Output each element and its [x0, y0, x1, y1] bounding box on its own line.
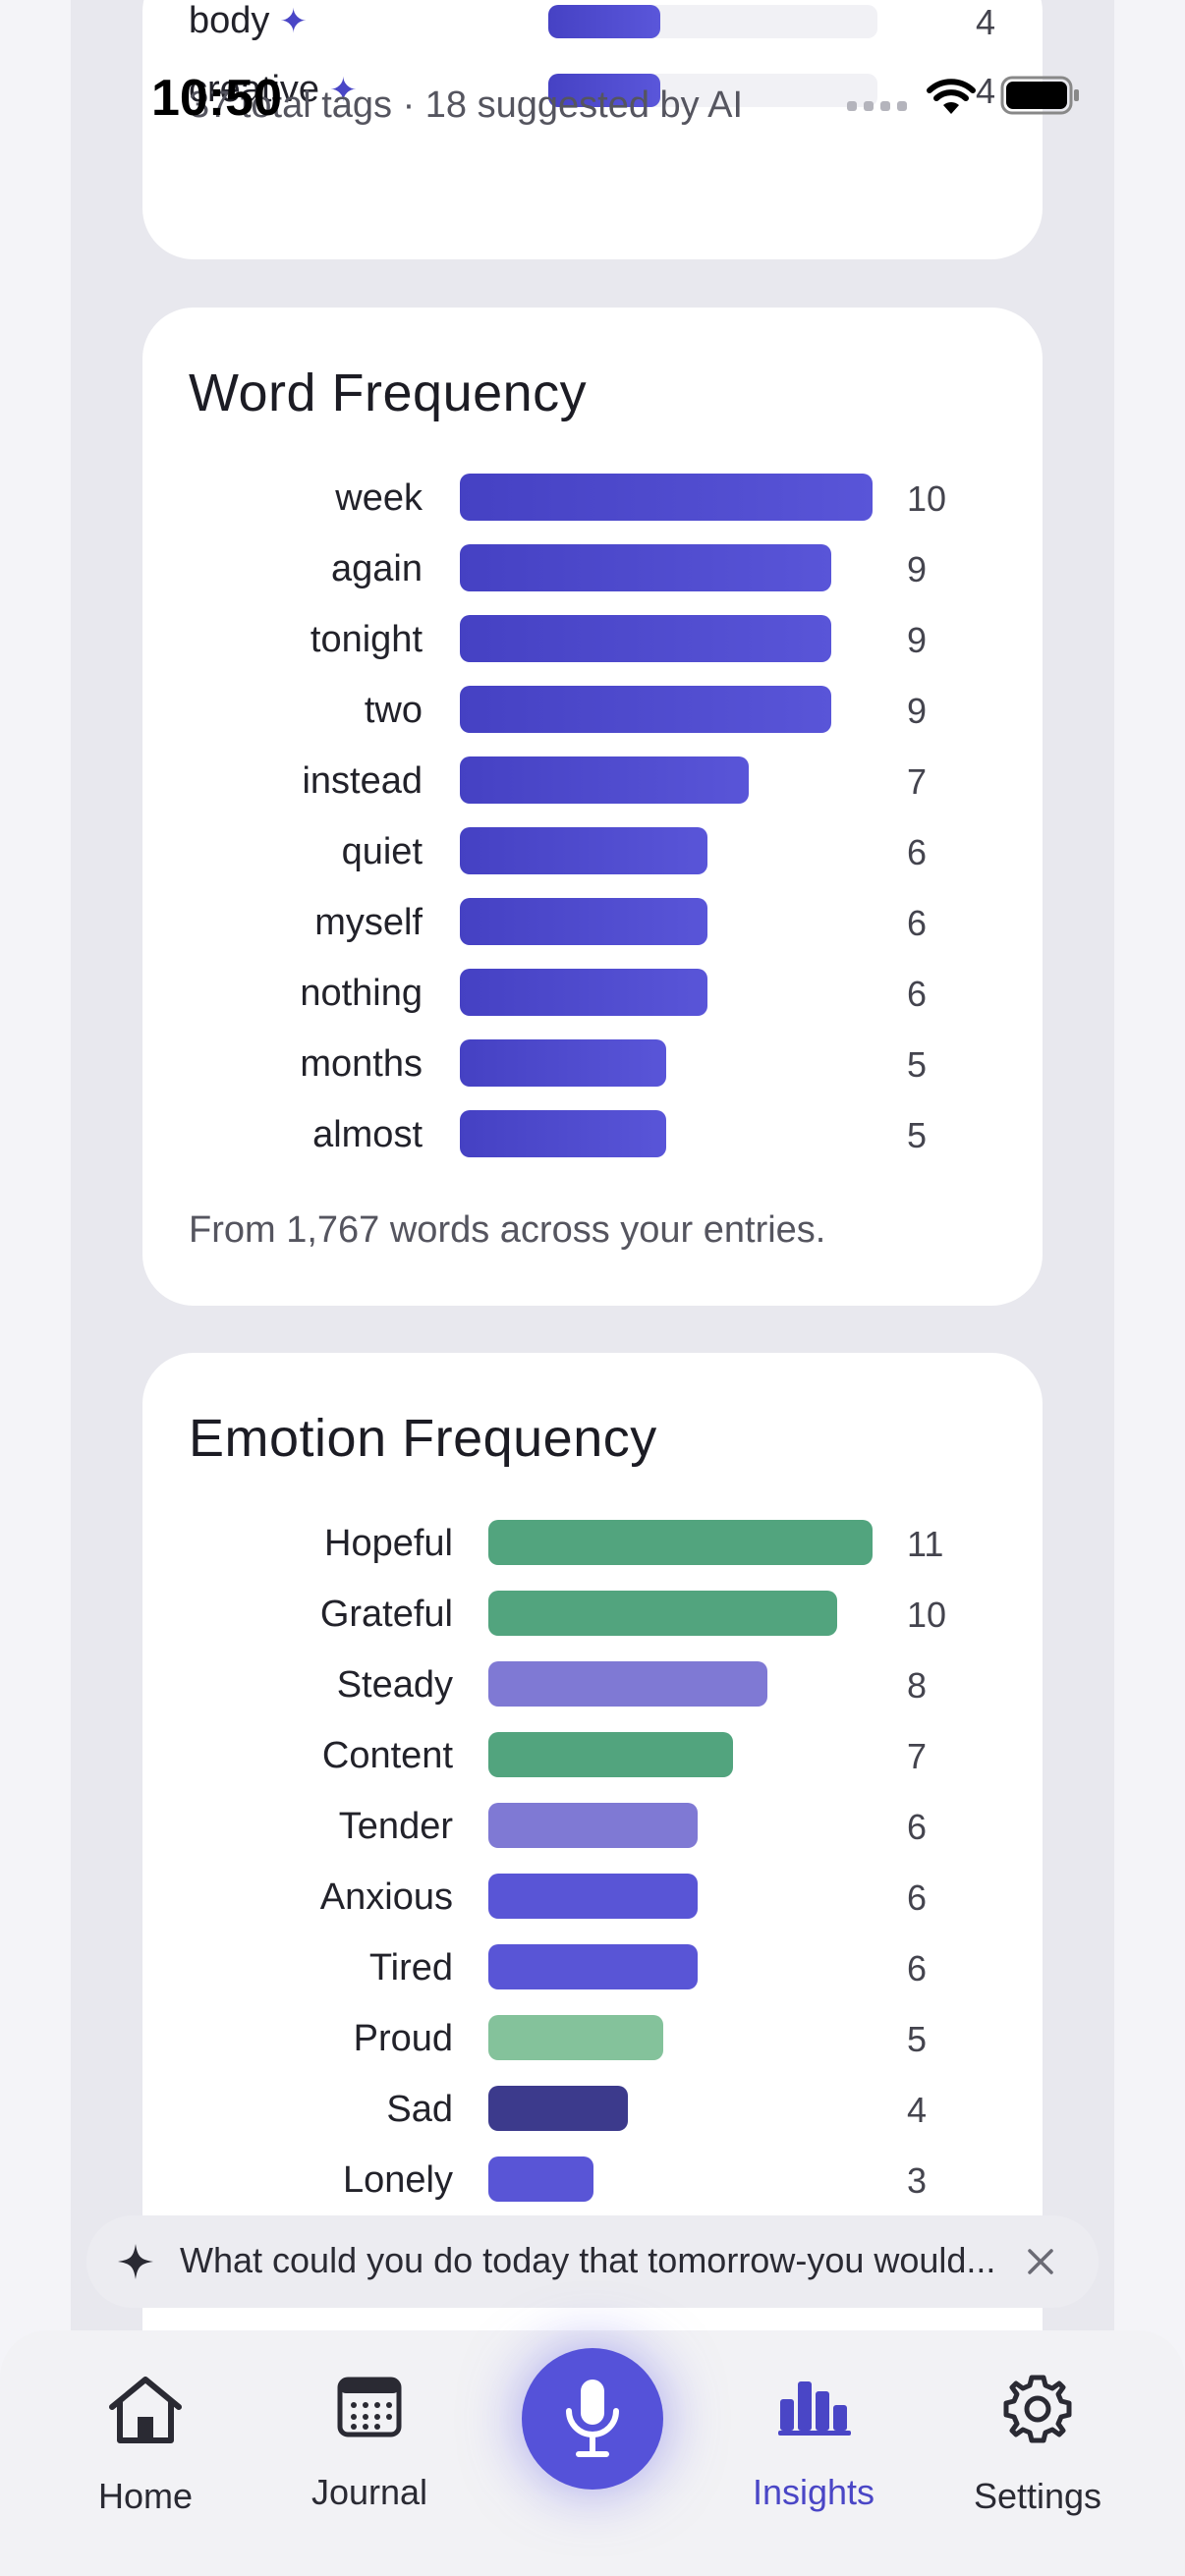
- tag-count: 4: [976, 2, 996, 42]
- word-label: two: [364, 690, 423, 731]
- calendar-icon: [337, 2377, 402, 2437]
- word-label: instead: [302, 760, 423, 802]
- word-count: 6: [907, 974, 928, 1014]
- tab-home[interactable]: Home: [47, 2330, 244, 2576]
- emotion-label: Proud: [353, 2018, 453, 2059]
- word-label: myself: [314, 902, 423, 943]
- tab-insights[interactable]: Insights: [715, 2330, 912, 2576]
- tag-count: 4: [976, 71, 996, 111]
- word-count: 5: [907, 1115, 928, 1155]
- reflection-prompt-text: What could you do today that tomorrow-yo…: [180, 2240, 996, 2280]
- tags-card: body ✦ 4 creative ✦ 4 37 total tags · 18 sugg…: [142, 0, 1043, 259]
- emotion-count: 11: [907, 1524, 944, 1564]
- tab-settings-label: Settings: [973, 2476, 1102, 2516]
- word-count: 5: [907, 1044, 928, 1085]
- battery-icon: [1000, 76, 1079, 115]
- word-bar: [460, 615, 831, 662]
- emotion-label: Lonely: [343, 2159, 453, 2201]
- gear-icon: [1003, 2375, 1072, 2443]
- emotion-label: Tender: [338, 1806, 453, 1847]
- emotion-count: 7: [907, 1736, 928, 1776]
- emotion-count: 6: [907, 1948, 928, 1988]
- sparkle-icon: [118, 2244, 153, 2279]
- word-count: 6: [907, 832, 928, 872]
- word-count: 7: [907, 761, 928, 802]
- word-bar: [460, 969, 707, 1016]
- word-label: again: [331, 548, 423, 589]
- tab-home-label: Home: [97, 2476, 194, 2516]
- word-label: tonight: [310, 619, 423, 660]
- emotion-bar: [488, 1874, 698, 1919]
- word-count: 6: [907, 903, 928, 943]
- word-bar: [460, 686, 831, 733]
- wifi-icon: [927, 79, 976, 114]
- word-label: nothing: [300, 973, 423, 1014]
- emotion-label: Content: [321, 1735, 453, 1776]
- word-bar: [460, 474, 873, 521]
- word-count: 9: [907, 691, 928, 731]
- emotion-bar: [488, 1944, 698, 1989]
- word-bar: [460, 1110, 666, 1157]
- tag-bar: [548, 5, 660, 38]
- emotion-count: 8: [907, 1665, 928, 1706]
- emotion-count: 5: [907, 2019, 928, 2059]
- word-frequency-card: Word Frequency week 10 again 9 tonight 9 two 9 i…: [142, 308, 1043, 1306]
- home-icon: [109, 2377, 182, 2443]
- tab-settings[interactable]: Settings: [939, 2330, 1136, 2576]
- emotion-count: 6: [907, 1807, 928, 1847]
- tab-journal-label: Journal: [310, 2472, 428, 2512]
- emotion-label: Tired: [368, 1947, 453, 1988]
- word-label: week: [335, 477, 423, 519]
- word-label: quiet: [341, 831, 423, 872]
- emotion-count: 3: [907, 2160, 928, 2201]
- reflection-prompt-banner[interactable]: What could you do today that tomorrow-yo…: [86, 2215, 1099, 2308]
- status-time: 10:50: [151, 70, 282, 127]
- emotion-frequency-title: Emotion Frequency: [189, 1409, 657, 1468]
- emotion-label: Grateful: [319, 1594, 453, 1635]
- word-bar: [460, 1039, 666, 1087]
- emotion-label: Steady: [336, 1664, 453, 1706]
- microphone-icon: [566, 2380, 619, 2457]
- emotion-bar: [488, 1591, 837, 1636]
- close-icon[interactable]: [1026, 2247, 1055, 2276]
- emotion-count: 6: [907, 1877, 928, 1918]
- emotion-label: Anxious: [319, 1876, 453, 1918]
- emotion-bar: [488, 1661, 767, 1707]
- word-bar: [460, 827, 707, 874]
- signal-dots-icon: [847, 101, 907, 111]
- emotion-label: Sad: [386, 2089, 453, 2130]
- tag-label: body ✦: [189, 0, 308, 42]
- tab-journal[interactable]: Journal: [271, 2330, 468, 2576]
- word-count: 9: [907, 620, 928, 660]
- emotion-count: 4: [907, 2090, 928, 2130]
- word-count: 10: [907, 478, 947, 519]
- emotion-bar: [488, 1732, 733, 1777]
- word-label: months: [300, 1043, 423, 1085]
- word-frequency-title: Word Frequency: [189, 364, 588, 422]
- emotion-bar: [488, 2086, 628, 2131]
- word-frequency-footnote: From 1,767 words across your entries.: [189, 1209, 826, 1251]
- emotion-bar: [488, 1520, 873, 1565]
- emotion-label: Hopeful: [324, 1523, 453, 1564]
- tab-insights-label: Insights: [752, 2472, 875, 2512]
- emotion-bar: [488, 2156, 593, 2202]
- record-button[interactable]: [522, 2348, 663, 2490]
- tag-label-text: body: [189, 0, 270, 41]
- emotion-bar: [488, 2015, 663, 2060]
- word-bar: [460, 544, 831, 591]
- word-label: almost: [312, 1114, 423, 1155]
- emotion-bar: [488, 1803, 698, 1848]
- word-bar: [460, 898, 707, 945]
- word-bar: [460, 756, 749, 804]
- emotion-count: 10: [907, 1595, 947, 1635]
- sparkle-icon: ✦: [279, 3, 308, 40]
- bar-chart-icon: [778, 2381, 851, 2436]
- word-count: 9: [907, 549, 928, 589]
